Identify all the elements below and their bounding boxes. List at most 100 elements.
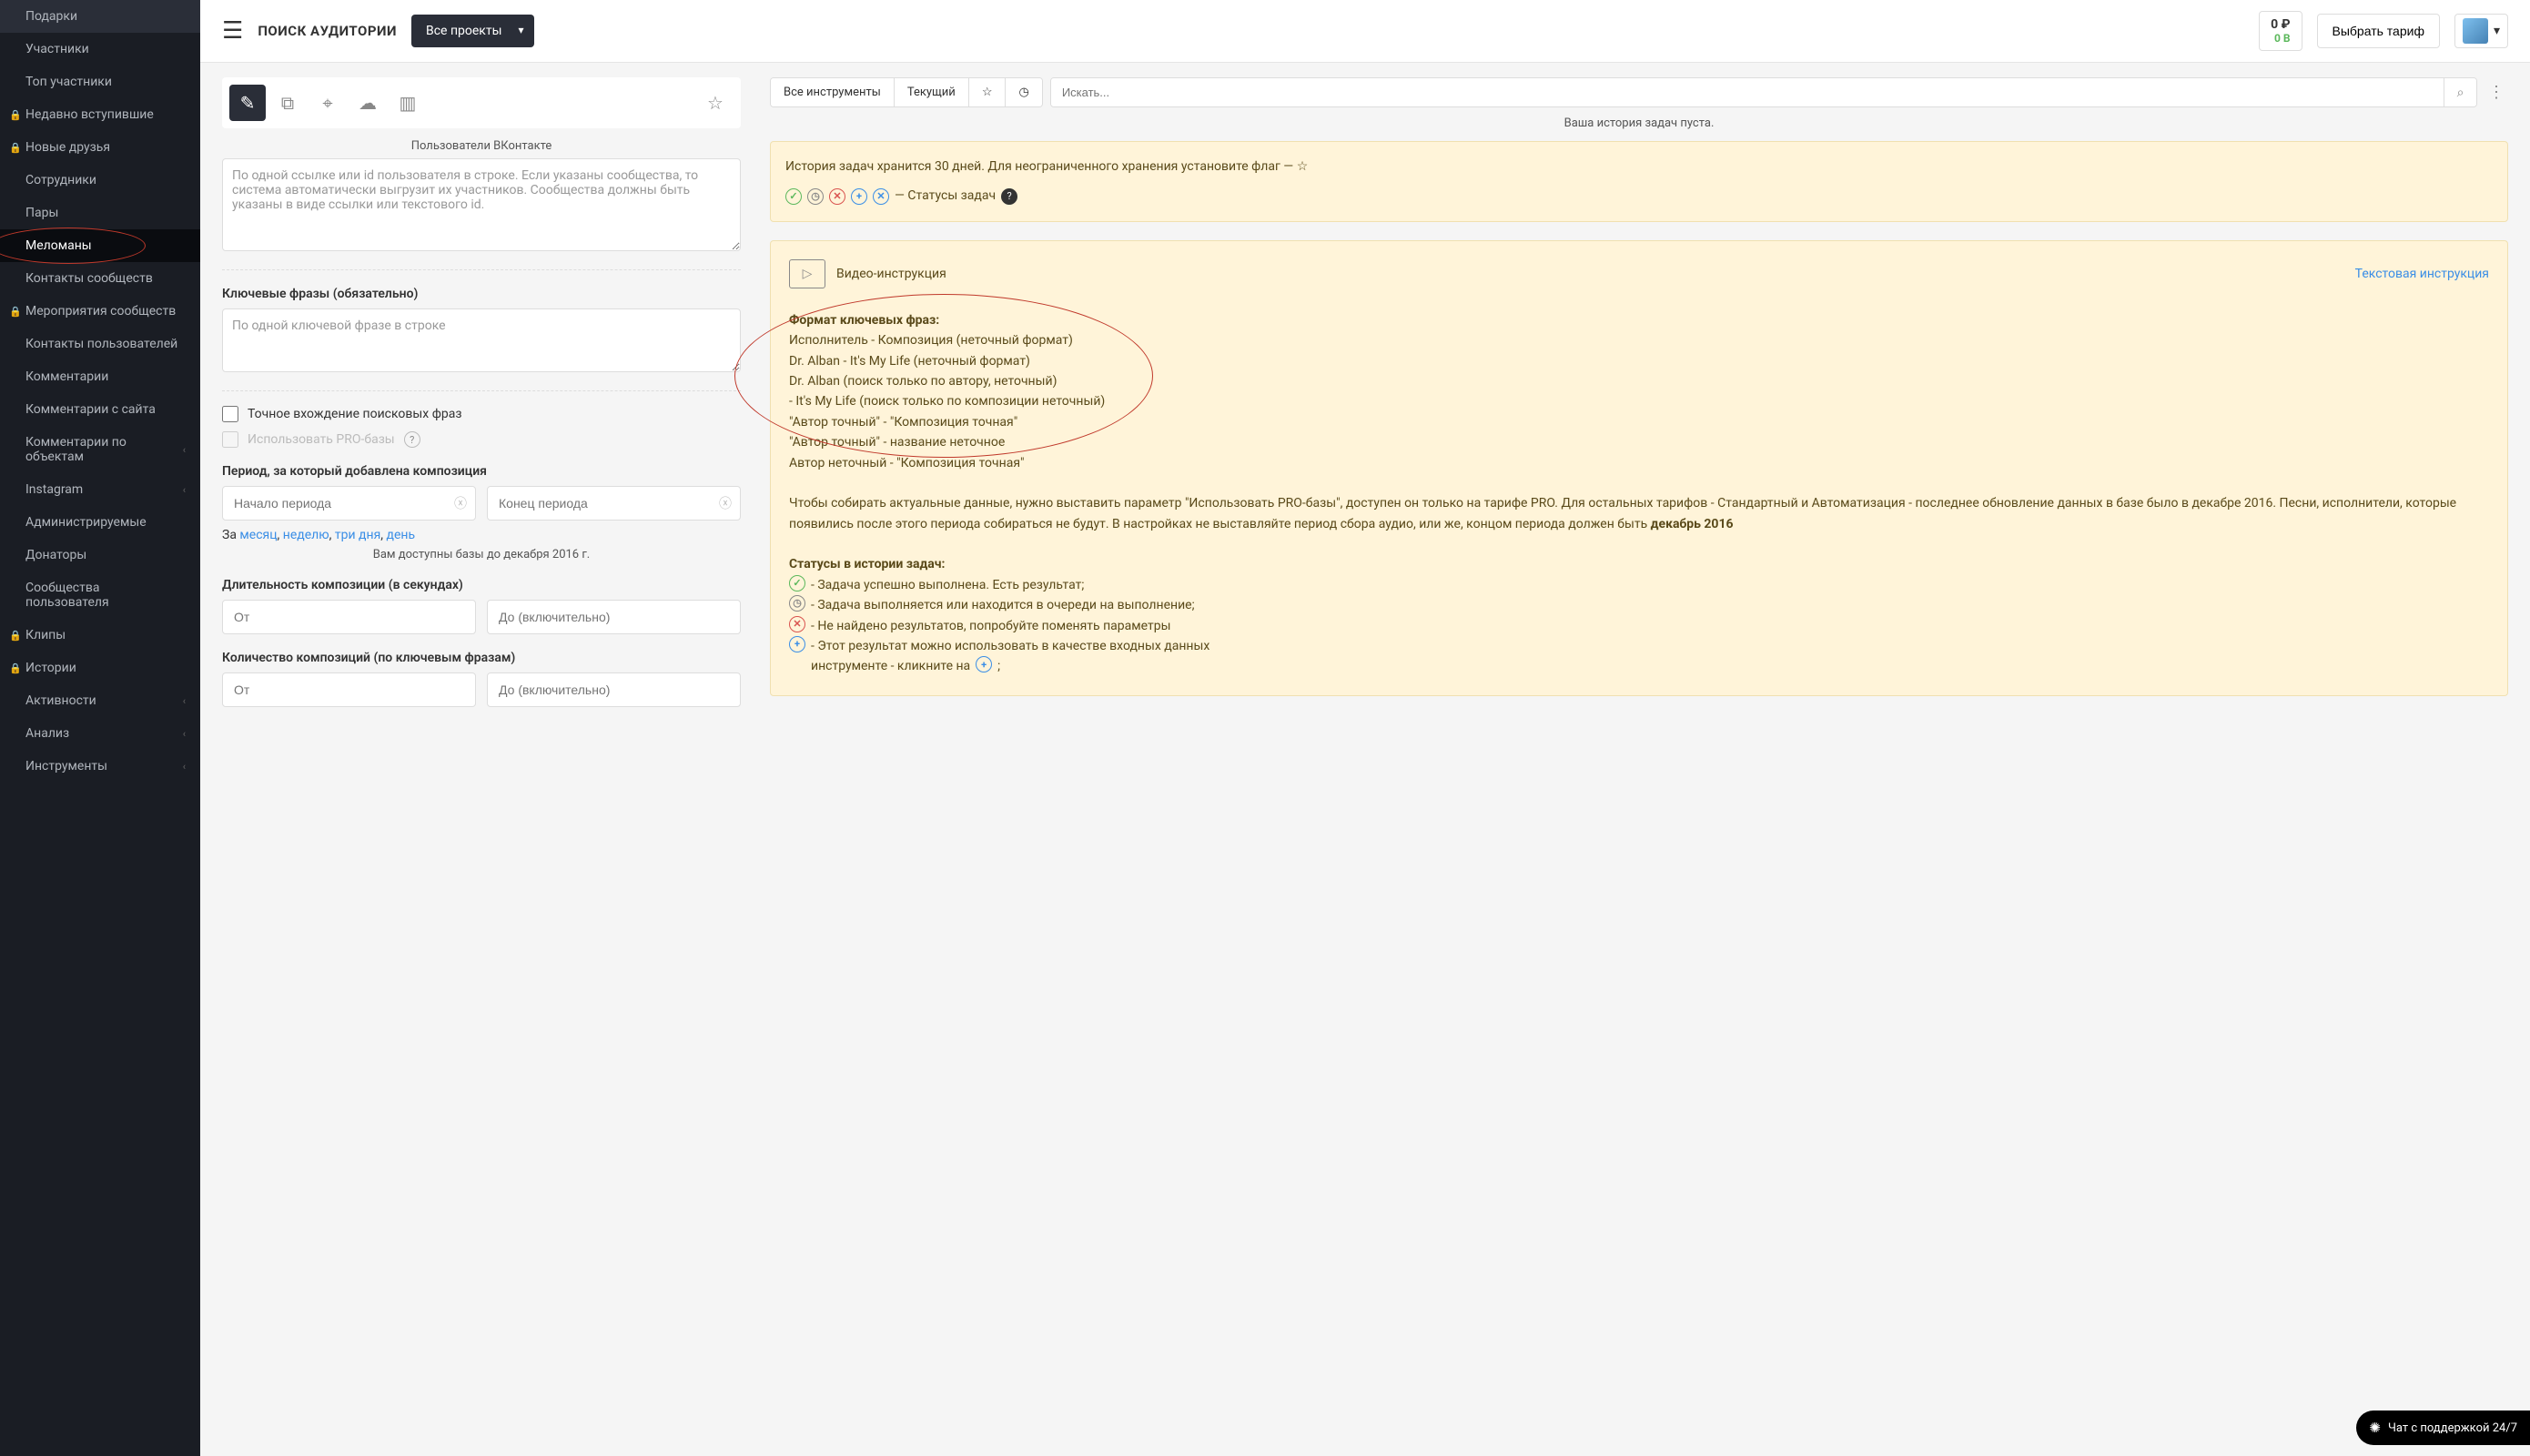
sidebar-item-2[interactable]: Топ участники: [0, 66, 200, 98]
format-line: "Автор точный" - "Композиция точная": [789, 412, 2489, 432]
edit-tool-button[interactable]: ✎: [229, 85, 266, 121]
format-line: Dr. Alban (поиск только по автору, неточ…: [789, 371, 2489, 391]
tariff-button[interactable]: Выбрать тариф: [2317, 14, 2440, 48]
sidebar-item-label: Участники: [25, 42, 89, 56]
tab-star[interactable]: ☆: [969, 78, 1007, 106]
chevron-left-icon: ‹: [183, 761, 186, 773]
sidebar-item-7[interactable]: Меломаны: [0, 229, 200, 262]
copy-icon: ⧉: [281, 92, 294, 114]
sidebar-item-label: Активности: [25, 693, 96, 708]
help-icon[interactable]: ?: [404, 431, 420, 448]
sidebar-item-label: Комментарии: [25, 369, 108, 384]
status-plus2-icon: ✕: [873, 188, 889, 205]
video-icon: ▷: [789, 259, 825, 288]
sidebar-item-18[interactable]: 🔒Клипы: [0, 619, 200, 652]
sidebar-item-15[interactable]: Администрируемые: [0, 506, 200, 539]
duration-from-input[interactable]: [222, 600, 476, 634]
sidebar-item-11[interactable]: Комментарии: [0, 360, 200, 393]
sidebar-item-14[interactable]: Instagram‹: [0, 473, 200, 506]
tab-all-tools[interactable]: Все инструменты: [771, 78, 895, 106]
geo-tool-button[interactable]: ⌖: [309, 85, 346, 121]
help-icon[interactable]: ?: [1001, 188, 1017, 205]
sidebar-item-6[interactable]: Пары: [0, 197, 200, 229]
chat-widget[interactable]: ✺ Чат с поддержкой 24/7: [2356, 1410, 2530, 1445]
status-plus-icon: +: [976, 656, 992, 672]
sidebar-item-3[interactable]: 🔒Недавно вступившие: [0, 98, 200, 131]
quick-3days-link[interactable]: три дня: [335, 528, 380, 542]
sidebar-item-label: Новые друзья: [25, 140, 110, 155]
quick-week-link[interactable]: неделю: [283, 528, 329, 542]
star-icon: ☆: [982, 86, 993, 99]
quick-day-link[interactable]: день: [387, 528, 416, 542]
sidebar-item-12[interactable]: Комментарии с сайта: [0, 393, 200, 426]
clear-icon[interactable]: ⓧ: [454, 494, 467, 512]
status-clock-icon: ◷: [807, 188, 824, 205]
sidebar-item-13[interactable]: Комментарии по объектам‹: [0, 426, 200, 473]
duration-to-input[interactable]: [487, 600, 741, 634]
count-to-input[interactable]: [487, 672, 741, 707]
format-line: "Автор точный" - название неточное: [789, 432, 2489, 452]
users-textarea[interactable]: [222, 158, 741, 251]
exact-match-checkbox[interactable]: [222, 406, 238, 422]
status-err-icon: ✕: [829, 188, 845, 205]
duration-label: Длительность композиции (в секундах): [222, 578, 741, 592]
sidebar-item-16[interactable]: Донаторы: [0, 539, 200, 571]
exact-match-row[interactable]: Точное вхождение поисковых фраз: [222, 406, 741, 422]
chevron-left-icon: ‹: [183, 484, 186, 496]
period-end-input[interactable]: [487, 486, 741, 521]
quick-month-link[interactable]: месяц: [239, 528, 277, 542]
period-start-input[interactable]: [222, 486, 476, 521]
sidebar-item-10[interactable]: Контакты пользователей: [0, 328, 200, 360]
keyphrase-textarea[interactable]: [222, 308, 741, 372]
pro-base-label: Использовать PRO-базы: [248, 432, 395, 447]
clear-icon[interactable]: ⓧ: [719, 494, 732, 512]
sidebar-item-label: Контакты пользователей: [25, 337, 177, 351]
keyphrase-label: Ключевые фразы (обязательно): [222, 287, 741, 301]
balance-box[interactable]: 0 ₽ 0 B: [2259, 11, 2302, 51]
sidebar-item-4[interactable]: 🔒Новые друзья: [0, 131, 200, 164]
sidebar-item-22[interactable]: Инструменты ‹: [0, 750, 200, 783]
sidebar-item-17[interactable]: Сообщества пользователя: [0, 571, 200, 619]
sidebar-item-20[interactable]: Активности‹: [0, 684, 200, 717]
tab-clock[interactable]: ◷: [1006, 78, 1041, 106]
copy-tool-button[interactable]: ⧉: [269, 85, 306, 121]
sidebar-item-5[interactable]: Сотрудники: [0, 164, 200, 197]
search-icon: ⌕: [2457, 86, 2464, 100]
balance-rub: 0 ₽: [2271, 17, 2290, 32]
sidebar-item-19[interactable]: 🔒Истории: [0, 652, 200, 684]
chevron-left-icon: ‹: [183, 728, 186, 740]
more-menu[interactable]: ⋮: [2484, 83, 2508, 102]
history-search-input[interactable]: [1051, 78, 2444, 106]
book-tool-button[interactable]: ▥: [390, 85, 426, 121]
sidebar-item-9[interactable]: 🔒Мероприятия сообществ: [0, 295, 200, 328]
text-guide-link[interactable]: Текстовая инструкция: [2355, 264, 2489, 284]
tab-current[interactable]: Текущий: [895, 78, 969, 106]
format-title: Формат ключевых фраз:: [789, 313, 939, 328]
hamburger-icon[interactable]: ☰: [222, 19, 243, 43]
count-from-input[interactable]: [222, 672, 476, 707]
project-select[interactable]: Все проекты: [411, 15, 534, 47]
lock-icon: 🔒: [9, 142, 22, 154]
sidebar-item-8[interactable]: Контакты сообществ: [0, 262, 200, 295]
sidebar-item-21[interactable]: Анализ‹: [0, 717, 200, 750]
dots-icon: ⋮: [2488, 83, 2505, 102]
video-guide-label: Видео-инструкция: [836, 264, 946, 284]
sidebar-item-label: Топ участники: [25, 75, 112, 89]
status-plus-icon: +: [851, 188, 867, 205]
star-icon: ☆: [707, 92, 724, 114]
favorite-button[interactable]: ☆: [697, 85, 734, 121]
sidebar-item-0[interactable]: Подарки: [0, 0, 200, 33]
search-button[interactable]: ⌕: [2444, 78, 2476, 106]
period-label: Период, за который добавлена композиция: [222, 464, 741, 479]
sidebar-item-1[interactable]: Участники: [0, 33, 200, 66]
lock-icon: 🔒: [9, 630, 22, 642]
sidebar-item-label: Донаторы: [25, 548, 86, 562]
cloud-tool-button[interactable]: ☁: [349, 85, 386, 121]
statuses-title: Статусы в истории задач:: [789, 557, 945, 571]
lock-icon: 🔒: [9, 109, 22, 121]
sidebar-item-label: Сотрудники: [25, 173, 96, 187]
sidebar-item-label: Администрируемые: [25, 515, 147, 530]
pro-note-bold: декабрь 2016: [1651, 517, 1734, 531]
user-menu[interactable]: ▾: [2454, 14, 2508, 48]
sidebar-item-label: Инструменты: [25, 759, 107, 774]
